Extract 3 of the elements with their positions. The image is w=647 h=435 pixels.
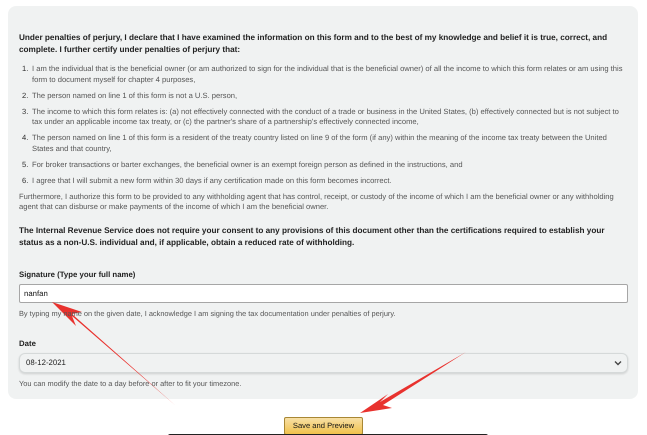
irs-notice: The Internal Revenue Service does not require your consent to any provisions of this document other than the certifications required to establish your status as a non-U.S. individual and, if applicable, obtain a reduced rate of withholding. [19, 224, 606, 248]
chevron-down-icon [614, 360, 622, 366]
declaration-text: Under penalties of perjury, I declare that I have examined the information on this form and to the best of my knowledge and belief it is true, correct, and complete. I further certify under penalties of perjury that: [19, 32, 608, 56]
